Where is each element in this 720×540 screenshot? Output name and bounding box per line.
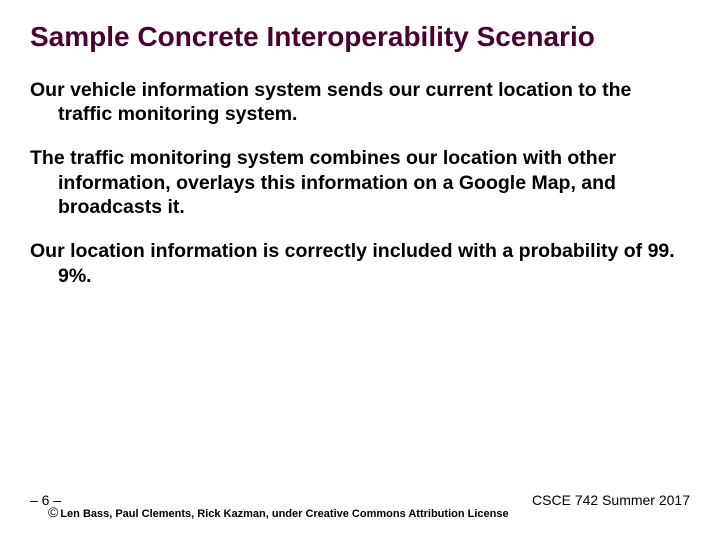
paragraph-3: Our location information is correctly in… [30,239,690,288]
paragraph-2: The traffic monitoring system combines o… [30,146,690,219]
paragraph-1: Our vehicle information system sends our… [30,78,690,127]
paragraph-text: Our location information is correctly in… [30,239,690,288]
copyright-symbol: © [48,504,58,520]
copyright-line: ©Len Bass, Paul Clements, Rick Kazman, u… [48,504,509,520]
footer: – 6 – CSCE 742 Summer 2017 ©Len Bass, Pa… [30,492,690,526]
slide-title: Sample Concrete Interoperability Scenari… [30,20,690,54]
paragraph-text: The traffic monitoring system combines o… [30,146,690,219]
course-label: CSCE 742 Summer 2017 [532,492,690,508]
paragraph-text: Our vehicle information system sends our… [30,78,690,127]
slide-container: Sample Concrete Interoperability Scenari… [0,0,720,540]
copyright-text: Len Bass, Paul Clements, Rick Kazman, un… [60,508,508,520]
